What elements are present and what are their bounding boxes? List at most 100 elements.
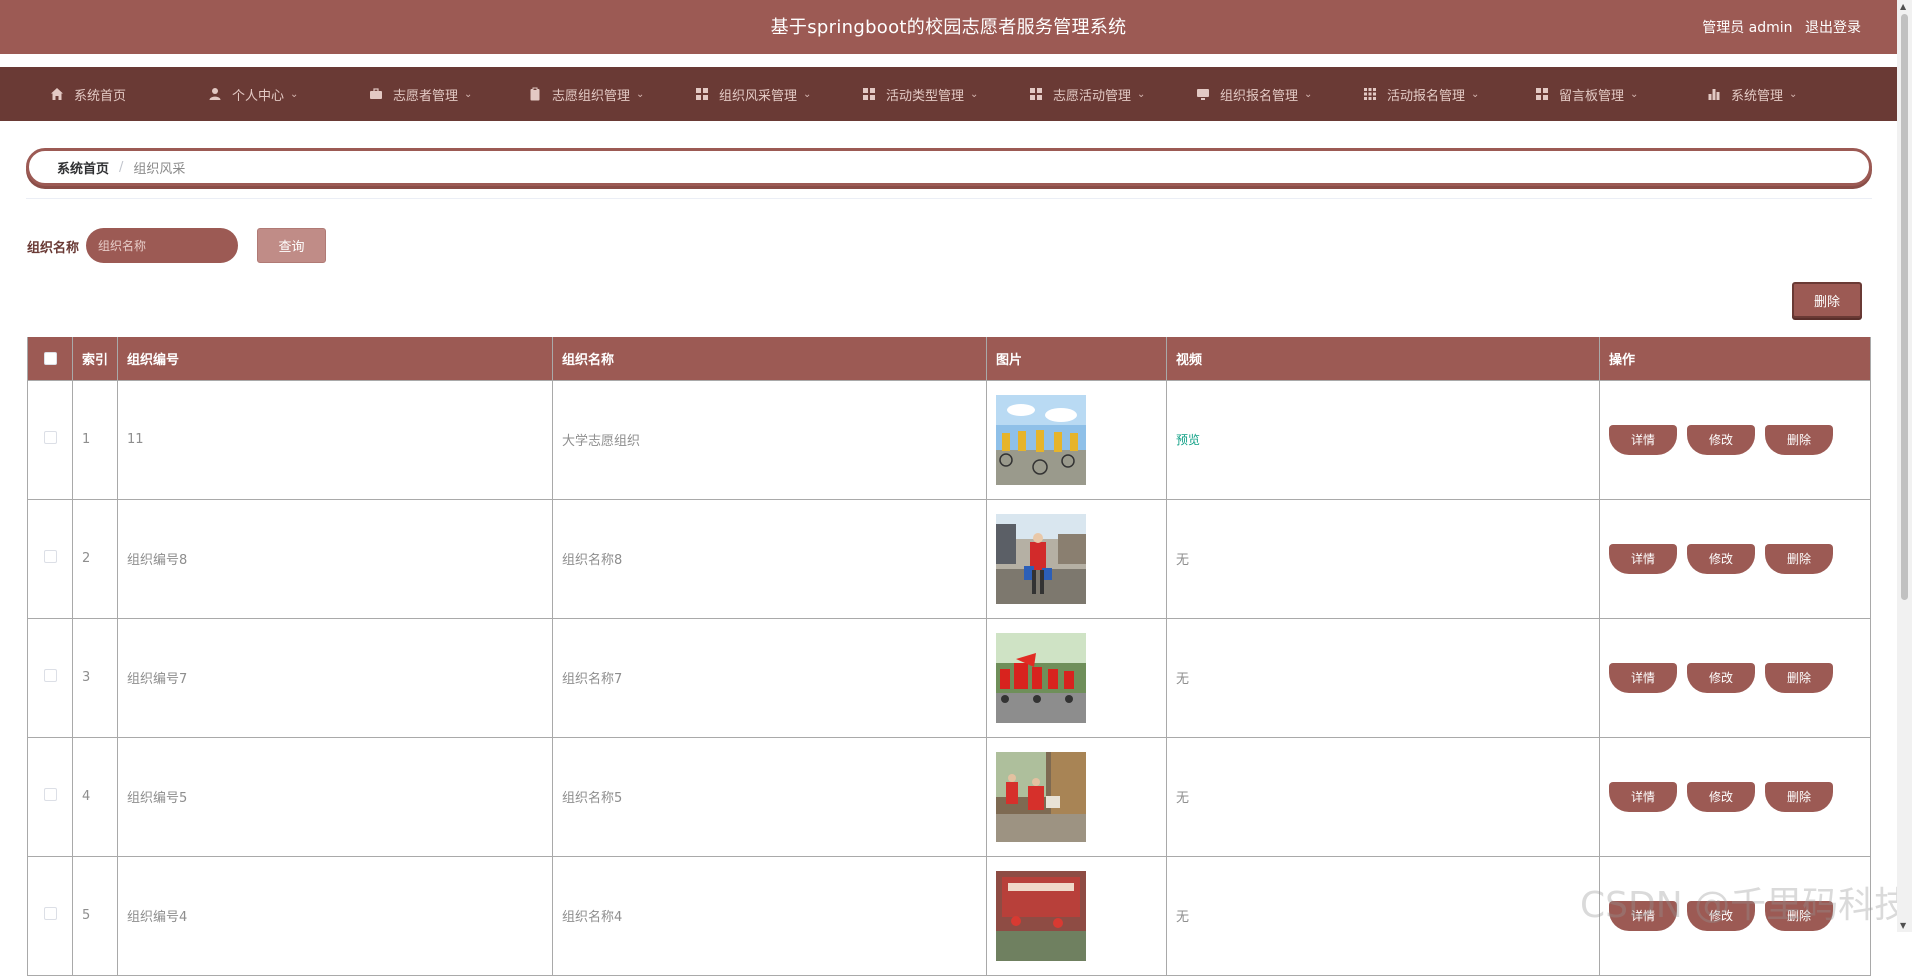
scrollbar-thumb[interactable] xyxy=(1901,14,1908,600)
detail-button[interactable]: 详情 xyxy=(1609,543,1677,574)
detail-button[interactable]: 详情 xyxy=(1609,662,1677,693)
cell-code: 组织编号4 xyxy=(117,855,553,976)
cell-code: 11 xyxy=(117,379,553,500)
menu-item-personal[interactable]: 个人中心 ⌄ xyxy=(208,67,298,121)
delete-button[interactable]: 删除 xyxy=(1765,662,1833,693)
menu-item-org-signup[interactable]: 组织报名管理 ⌄ xyxy=(1196,67,1312,121)
breadcrumb-separator: / xyxy=(119,159,124,175)
menu-label: 活动类型管理 xyxy=(886,88,965,104)
menu-item-activity-signup[interactable]: 活动报名管理 ⌄ xyxy=(1363,67,1479,121)
edit-button[interactable]: 修改 xyxy=(1687,424,1755,455)
table-row: 1 11 大学志愿组织 预览 详情 修改 删除 xyxy=(27,379,1871,500)
menu-item-activity-type[interactable]: 活动类型管理 ⌄ xyxy=(862,67,978,121)
cell-video: 预览 xyxy=(1166,379,1600,500)
scroll-down-arrow-icon[interactable]: ▼ xyxy=(1900,921,1906,930)
menu-item-org[interactable]: 志愿组织管理 ⌄ xyxy=(528,67,644,121)
row-checkbox[interactable] xyxy=(43,550,57,563)
org-photo[interactable] xyxy=(996,870,1086,961)
org-photo[interactable] xyxy=(996,394,1086,485)
cell-code: 组织编号5 xyxy=(117,736,553,857)
clipboard-icon xyxy=(528,87,542,101)
user-label: 管理员 admin xyxy=(1702,20,1793,36)
cell-code: 组织编号7 xyxy=(117,617,553,738)
table-row: 2 组织编号8 组织名称8 无 详情 修改 删除 xyxy=(27,498,1871,619)
chevron-down-icon: ⌄ xyxy=(1789,88,1798,100)
delete-button[interactable]: 删除 xyxy=(1765,543,1833,574)
row-select-cell xyxy=(27,498,73,619)
row-checkbox[interactable] xyxy=(43,669,57,682)
column-header: 操作 xyxy=(1599,337,1871,381)
row-select-cell xyxy=(27,379,73,500)
detail-button[interactable]: 详情 xyxy=(1609,900,1677,931)
search-input[interactable] xyxy=(86,228,238,263)
cell-video: 无 xyxy=(1166,617,1600,738)
menu-item-activity[interactable]: 志愿活动管理 ⌄ xyxy=(1029,67,1145,121)
main-menu: 系统首页 个人中心 ⌄ 志愿者管理 ⌄ 志愿组织管理 ⌄ 组织风采管理 ⌄ 活动… xyxy=(0,67,1897,121)
cell-video: 无 xyxy=(1166,736,1600,857)
cell-image xyxy=(986,855,1167,976)
video-preview-link[interactable]: 预览 xyxy=(1176,433,1200,447)
cell-index: 5 xyxy=(72,855,118,976)
menu-item-volunteer[interactable]: 志愿者管理 ⌄ xyxy=(369,67,472,121)
row-checkbox[interactable] xyxy=(43,788,57,801)
apps-icon xyxy=(1363,87,1377,101)
grid-icon xyxy=(695,87,709,101)
chevron-down-icon: ⌄ xyxy=(636,88,645,100)
row-checkbox[interactable] xyxy=(43,907,57,920)
table-row: 3 组织编号7 组织名称7 无 详情 修改 删除 xyxy=(27,617,1871,738)
cell-actions: 详情 修改 删除 xyxy=(1599,498,1871,619)
cell-actions: 详情 修改 删除 xyxy=(1599,736,1871,857)
delete-button[interactable]: 删除 xyxy=(1765,900,1833,931)
chevron-down-icon: ⌄ xyxy=(803,88,812,100)
chevron-down-icon: ⌄ xyxy=(1137,88,1146,100)
org-photo[interactable] xyxy=(996,513,1086,604)
detail-button[interactable]: 详情 xyxy=(1609,424,1677,455)
grid-icon xyxy=(862,87,876,101)
user-icon xyxy=(208,87,222,101)
cell-video: 无 xyxy=(1166,855,1600,976)
batch-delete-button[interactable]: 删除 xyxy=(1792,282,1862,318)
menu-label: 系统首页 xyxy=(74,88,127,104)
breadcrumb: 系统首页 / 组织风采 xyxy=(26,148,1872,186)
chevron-down-icon: ⌄ xyxy=(1304,88,1313,100)
edit-button[interactable]: 修改 xyxy=(1687,900,1755,931)
menu-label: 组织风采管理 xyxy=(719,88,798,104)
logout-link[interactable]: 退出登录 xyxy=(1805,20,1861,36)
menu-label: 个人中心 xyxy=(232,88,285,104)
menu-item-style[interactable]: 组织风采管理 ⌄ xyxy=(695,67,811,121)
cell-index: 1 xyxy=(72,379,118,500)
cell-name: 组织名称4 xyxy=(552,855,987,976)
select-all-checkbox[interactable] xyxy=(43,351,57,365)
user-box: 管理员 admin 退出登录 xyxy=(1694,17,1861,37)
breadcrumb-current: 组织风采 xyxy=(133,161,186,177)
app-title: 基于springboot的校园志愿者服务管理系统 xyxy=(770,17,1127,38)
menu-item-system[interactable]: 系统管理 ⌄ xyxy=(1707,67,1797,121)
row-select-cell xyxy=(27,855,73,976)
table-row: 5 组织编号4 组织名称4 无 详情 修改 删除 xyxy=(27,855,1871,976)
cell-name: 组织名称7 xyxy=(552,617,987,738)
vertical-scrollbar[interactable]: ▲ ▼ xyxy=(1897,0,1912,932)
breadcrumb-home[interactable]: 系统首页 xyxy=(57,158,109,177)
menu-label: 留言板管理 xyxy=(1559,88,1625,104)
edit-button[interactable]: 修改 xyxy=(1687,662,1755,693)
row-select-cell xyxy=(27,736,73,857)
delete-button[interactable]: 删除 xyxy=(1765,424,1833,455)
edit-button[interactable]: 修改 xyxy=(1687,543,1755,574)
detail-button[interactable]: 详情 xyxy=(1609,781,1677,812)
row-checkbox[interactable] xyxy=(43,431,57,444)
edit-button[interactable]: 修改 xyxy=(1687,781,1755,812)
cell-name: 大学志愿组织 xyxy=(552,379,987,500)
cell-actions: 详情 修改 删除 xyxy=(1599,379,1871,500)
menu-item-message[interactable]: 留言板管理 ⌄ xyxy=(1535,67,1638,121)
menu-item-home[interactable]: 系统首页 xyxy=(50,67,126,121)
org-photo[interactable] xyxy=(996,632,1086,723)
delete-button[interactable]: 删除 xyxy=(1765,781,1833,812)
monitor-icon xyxy=(1196,87,1210,101)
scroll-up-arrow-icon[interactable]: ▲ xyxy=(1900,2,1906,11)
home-icon xyxy=(50,87,64,101)
cell-actions: 详情 修改 删除 xyxy=(1599,855,1871,976)
org-photo[interactable] xyxy=(996,751,1086,842)
search-button[interactable]: 查询 xyxy=(257,228,326,263)
cell-image xyxy=(986,379,1167,500)
briefcase-icon xyxy=(369,87,383,101)
